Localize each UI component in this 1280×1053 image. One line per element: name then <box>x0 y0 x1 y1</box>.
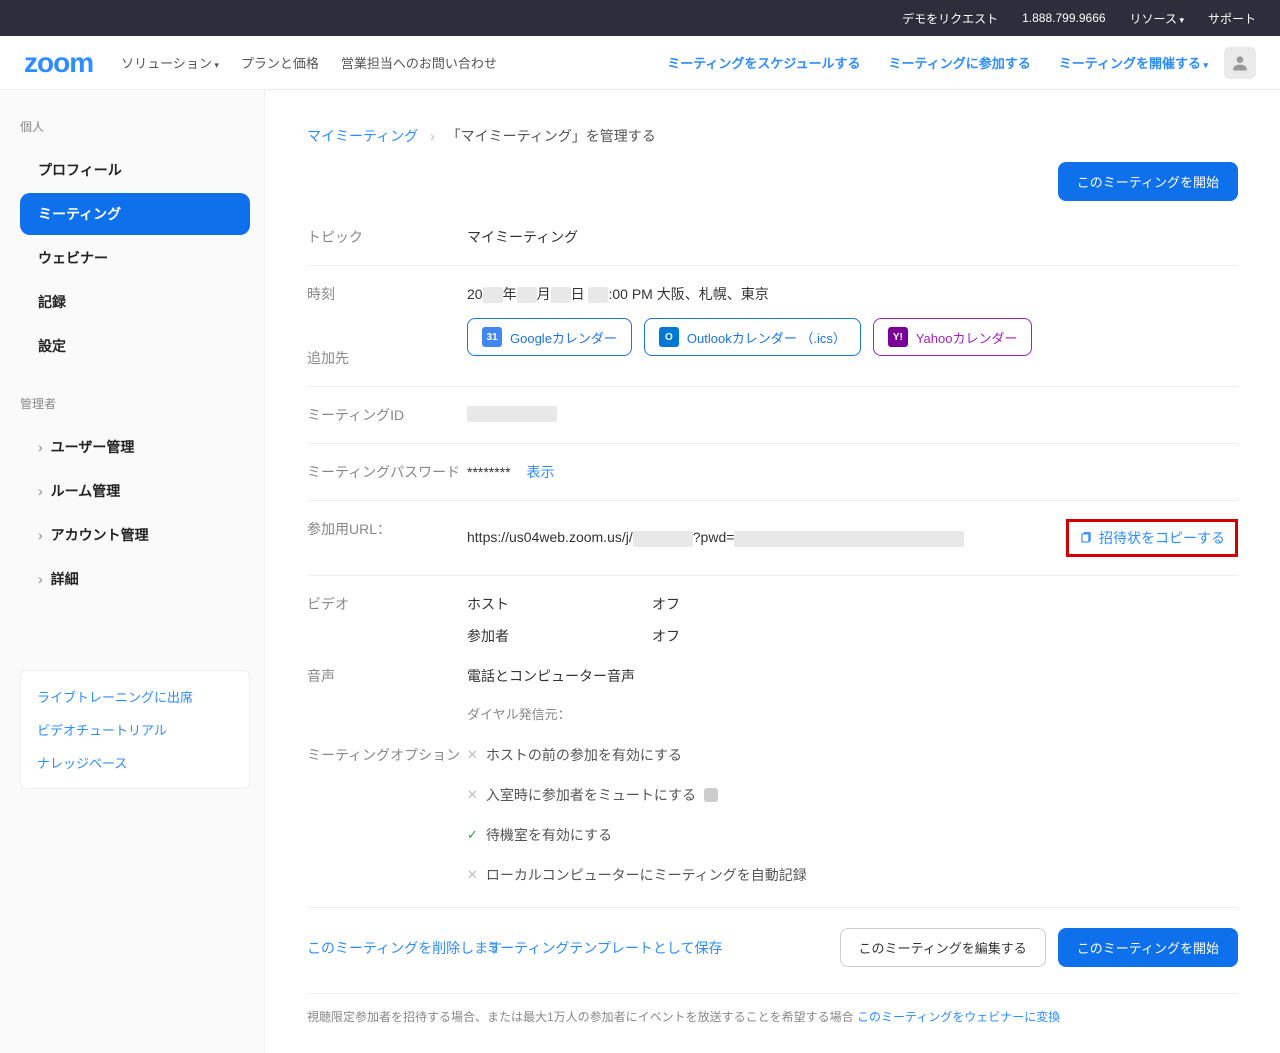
option-mute-on-entry: ✕入室時に参加者をミュートにする <box>467 785 1238 805</box>
knowledge-base-link[interactable]: ナレッジベース <box>37 753 233 772</box>
breadcrumb-current: 「マイミーティング」を管理する <box>447 128 656 144</box>
meeting-options-label: ミーティングオプション <box>307 745 467 765</box>
host-meeting-dropdown[interactable]: ミーティングを開催する <box>1059 53 1208 72</box>
show-password-link[interactable]: 表示 <box>526 464 554 480</box>
google-calendar-icon: 31 <box>482 327 502 347</box>
time-label: 時刻 <box>307 284 467 304</box>
sidebar-item-meetings[interactable]: ミーティング <box>20 193 250 235</box>
top-utility-bar: デモをリクエスト 1.888.799.9666 リソース サポート <box>0 0 1280 36</box>
nav-links-left: ソリューション プランと価格 営業担当へのお問い合わせ <box>121 53 497 72</box>
live-training-link[interactable]: ライブトレーニングに出席 <box>37 687 233 706</box>
resources-dropdown[interactable]: リソース <box>1130 10 1184 27</box>
outlook-calendar-icon: O <box>659 327 679 347</box>
video-participant-value: オフ <box>652 626 680 646</box>
sidebar-header-admin: 管理者 <box>20 395 250 412</box>
sidebar-item-webinars[interactable]: ウェビナー <box>20 237 250 279</box>
edit-meeting-button[interactable]: このミーティングを編集する <box>840 928 1046 967</box>
password-label: ミーティングパスワード <box>307 462 467 482</box>
sidebar-item-room-mgmt[interactable]: ルーム管理 <box>20 470 250 512</box>
help-box: ライブトレーニングに出席 ビデオチュートリアル ナレッジベース <box>20 670 250 789</box>
save-as-template-link[interactable]: ミーティングテンプレートとして保存 <box>486 938 722 958</box>
join-url-label: 参加用URL： <box>307 519 467 539</box>
breadcrumb-parent[interactable]: マイミーティング <box>307 128 418 144</box>
google-calendar-button[interactable]: 31 Googleカレンダー <box>467 318 632 356</box>
sidebar-item-profile[interactable]: プロフィール <box>20 149 250 191</box>
breadcrumb: マイミーティング › 「マイミーティング」を管理する <box>307 126 1238 146</box>
sidebar-item-user-mgmt[interactable]: ユーザー管理 <box>20 426 250 468</box>
schedule-meeting-link[interactable]: ミーティングをスケジュールする <box>667 53 860 72</box>
video-host-value: オフ <box>652 594 680 614</box>
option-waiting-room: ✓待機室を有効にする <box>467 825 1238 845</box>
video-host-label: ホスト <box>467 594 652 614</box>
x-icon: ✕ <box>467 787 478 803</box>
solutions-dropdown[interactable]: ソリューション <box>121 53 219 72</box>
user-avatar[interactable] <box>1224 47 1256 79</box>
delete-meeting-link[interactable]: このミーティングを削除します <box>307 938 502 958</box>
copy-invitation-button[interactable]: 招待状をコピーする <box>1066 519 1238 557</box>
content: マイミーティング › 「マイミーティング」を管理する このミーティングを開始 ト… <box>265 90 1280 1053</box>
user-icon <box>1230 53 1250 73</box>
zoom-logo[interactable]: zoom <box>24 47 93 79</box>
convert-to-webinar-link[interactable]: このミーティングをウェビナーに変換 <box>857 1010 1060 1024</box>
sidebar-item-advanced[interactable]: 詳細 <box>20 558 250 600</box>
sidebar: 個人 プロフィール ミーティング ウェビナー 記録 設定 管理者 ユーザー管理 … <box>0 90 265 1053</box>
webinar-convert-note: 視聴限定参加者を招待する場合、または最大1万人の参加者にイベントを放送することを… <box>307 994 1238 1025</box>
join-meeting-link[interactable]: ミーティングに参加する <box>889 53 1031 72</box>
video-label: ビデオ <box>307 594 467 614</box>
start-meeting-button-bottom[interactable]: このミーティングを開始 <box>1058 928 1238 967</box>
support-link[interactable]: サポート <box>1208 10 1256 27</box>
check-icon: ✓ <box>467 827 478 843</box>
audio-value: 電話とコンピューター音声 <box>467 666 1238 686</box>
bottom-actions: このミーティングを削除しますミーティングテンプレートとして保存 このミーティング… <box>307 908 1238 994</box>
join-url-value: https://us04web.zoom.us/j/?pwd= <box>467 529 1066 546</box>
nav-links-right: ミーティングをスケジュールする ミーティングに参加する ミーティングを開催する <box>667 53 1208 72</box>
copy-icon <box>1079 531 1093 545</box>
breadcrumb-sep: › <box>430 128 435 144</box>
plans-link[interactable]: プランと価格 <box>241 53 319 72</box>
sidebar-item-settings[interactable]: 設定 <box>20 325 250 367</box>
audio-label: 音声 <box>307 666 467 686</box>
phone-link[interactable]: 1.888.799.9666 <box>1022 11 1105 25</box>
dial-from-label: ダイヤル発信元： <box>467 704 1238 723</box>
password-masked: ******** <box>467 464 511 480</box>
addto-label: 追加先 <box>307 348 467 368</box>
demo-link[interactable]: デモをリクエスト <box>902 10 998 27</box>
meeting-id-label: ミーティングID <box>307 405 467 425</box>
x-icon: ✕ <box>467 747 478 763</box>
video-tutorial-link[interactable]: ビデオチュートリアル <box>37 720 233 739</box>
outlook-calendar-button[interactable]: O Outlookカレンダー （.ics） <box>644 318 861 356</box>
topic-value: マイミーティング <box>467 227 1238 247</box>
main-nav: zoom ソリューション プランと価格 営業担当へのお問い合わせ ミーティングを… <box>0 36 1280 90</box>
sidebar-item-account-mgmt[interactable]: アカウント管理 <box>20 514 250 556</box>
contact-sales-link[interactable]: 営業担当へのお問い合わせ <box>341 53 497 72</box>
sidebar-header-personal: 個人 <box>20 118 250 135</box>
option-join-before-host: ✕ホストの前の参加を有効にする <box>467 745 1238 765</box>
yahoo-calendar-icon: Y! <box>888 327 908 347</box>
info-badge-icon <box>704 788 718 802</box>
sidebar-item-recordings[interactable]: 記録 <box>20 281 250 323</box>
yahoo-calendar-button[interactable]: Y! Yahooカレンダー <box>873 318 1033 356</box>
topic-label: トピック <box>307 227 467 247</box>
start-meeting-button-top[interactable]: このミーティングを開始 <box>1058 162 1238 201</box>
meeting-id-value <box>467 405 1238 422</box>
video-participant-label: 参加者 <box>467 626 652 646</box>
x-icon: ✕ <box>467 867 478 883</box>
time-value: 20年月日 :00 PM 大阪、札幌、東京 <box>467 284 1238 304</box>
option-auto-record: ✕ローカルコンピューターにミーティングを自動記録 <box>467 865 1238 885</box>
